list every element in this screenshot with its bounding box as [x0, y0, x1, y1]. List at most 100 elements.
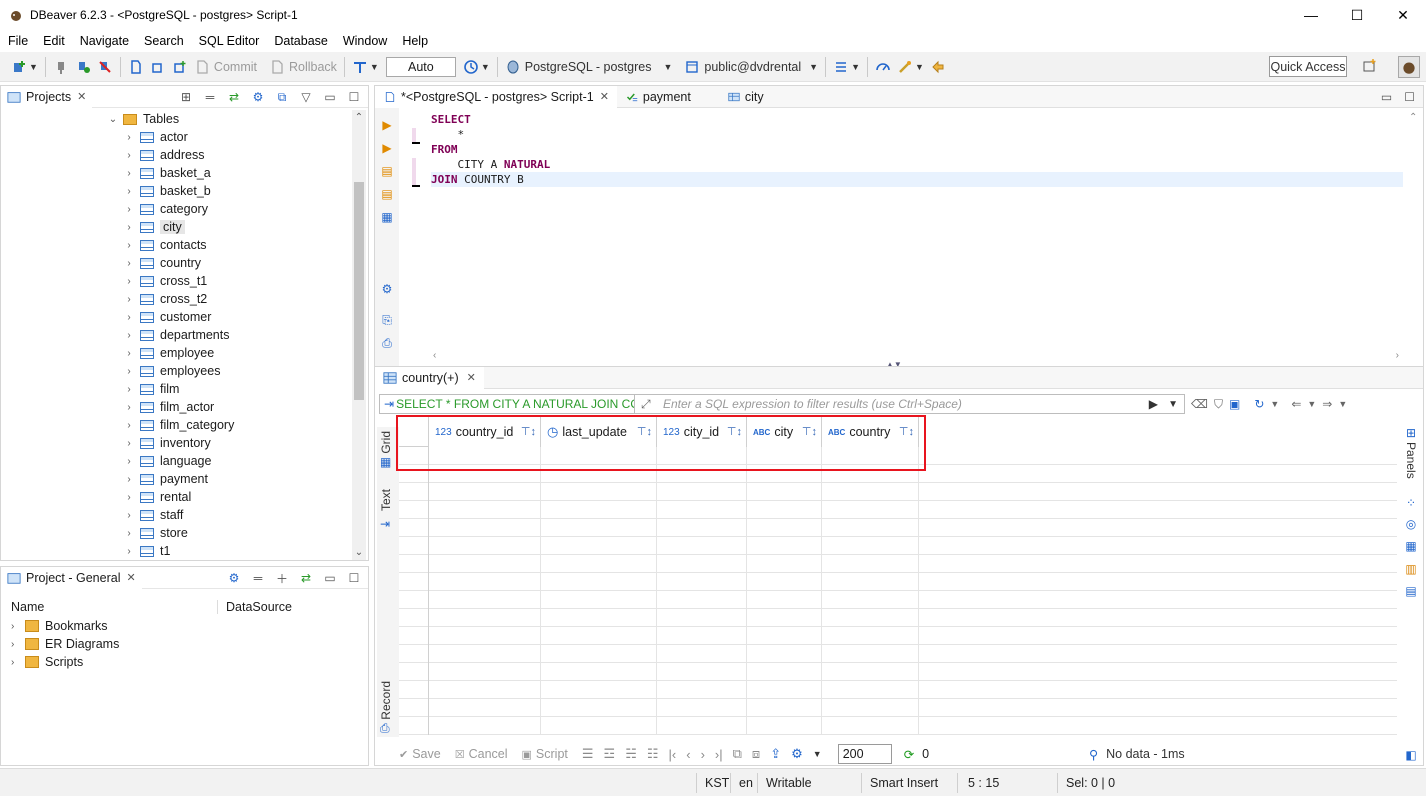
tree-table-employees[interactable]: › employees [1, 362, 351, 380]
chevron-right-icon[interactable]: › [123, 474, 135, 485]
minimize-icon[interactable]: ▭ [322, 89, 338, 105]
tree-table-basket_b[interactable]: › basket_b [1, 182, 351, 200]
grid-corner[interactable] [399, 417, 429, 447]
tree-table-departments[interactable]: › departments [1, 326, 351, 344]
gear-icon[interactable]: ⚙ [380, 282, 394, 296]
filter-icon[interactable]: ⛉ [1214, 397, 1223, 412]
add-icon[interactable]: ＋ [274, 570, 290, 586]
commit-button[interactable]: Commit [191, 55, 260, 79]
chevron-right-icon[interactable]: › [123, 492, 135, 503]
add-folder-icon[interactable]: ⊞ [178, 89, 194, 105]
close-icon[interactable]: ✕ [126, 571, 135, 584]
connect-button[interactable] [50, 55, 72, 79]
editor-vertical-scrollbar[interactable]: ⌃ [1409, 112, 1421, 348]
chevron-right-icon[interactable]: › [123, 276, 135, 287]
maximize-icon[interactable]: ☐ [1404, 90, 1415, 104]
chevron-right-icon[interactable]: › [11, 657, 21, 668]
chevron-right-icon[interactable]: › [123, 384, 135, 395]
properties-icon[interactable]: ⁘ [1403, 496, 1419, 512]
column-datasource[interactable]: DataSource [218, 600, 292, 614]
code-line[interactable]: SELECT [431, 112, 1403, 127]
chevron-right-icon[interactable]: › [123, 402, 135, 413]
menu-database[interactable]: Database [266, 34, 335, 48]
refresh-results-icon[interactable]: ⟳ [904, 747, 914, 762]
dashboard-button[interactable] [872, 55, 894, 79]
chevron-left-icon[interactable]: ‹ [686, 747, 690, 762]
transaction-isolation-button[interactable]: ▼ [349, 55, 382, 79]
collapse-icon[interactable]: ═ [250, 570, 266, 586]
chevron-right-icon[interactable]: › [123, 438, 135, 449]
record-icon[interactable]: ⎙ [380, 721, 390, 736]
tree-table-employee[interactable]: › employee [1, 344, 351, 362]
chevron-right-icon[interactable]: › [123, 204, 135, 215]
execute-script-icon[interactable]: ▤ [380, 164, 394, 178]
schema-selector[interactable]: public@dvdrental ▼ [681, 55, 821, 79]
transaction-mode-button[interactable] [125, 55, 147, 79]
copy-row-icon[interactable]: ☵ [625, 746, 637, 762]
tree-table-film_category[interactable]: › film_category [1, 416, 351, 434]
chevron-down-icon[interactable]: ▼ [1270, 399, 1279, 409]
maximize-results-icon[interactable]: ◧ [1403, 748, 1419, 764]
chevron-right-icon[interactable]: › [123, 168, 135, 179]
code-line[interactable]: FROM [431, 142, 1403, 157]
arrow-left-icon[interactable]: ⇐ [1291, 397, 1301, 411]
fetch-size-input[interactable]: 200 [837, 744, 892, 764]
tree-table-city[interactable]: › city [1, 218, 351, 236]
view-tab-record[interactable]: Record [379, 681, 393, 720]
datasource-selector[interactable]: PostgreSQL - postgres ▼ [502, 55, 676, 79]
code-line[interactable]: JOIN COUNTRY B [431, 172, 1403, 187]
view-menu-icon[interactable]: ▽ [298, 89, 314, 105]
tree-table-film_actor[interactable]: › film_actor [1, 398, 351, 416]
rollback-button[interactable]: Rollback [266, 55, 340, 79]
project-item-er-diagrams[interactable]: › ER Diagrams [1, 635, 119, 653]
tree-table-store[interactable]: › store [1, 524, 351, 542]
delete-row-icon[interactable]: ☷ [647, 746, 659, 762]
menu-search[interactable]: Search [136, 34, 191, 48]
column-header-country-id[interactable]: 123 country_id ⊤↕ [429, 417, 541, 447]
close-icon[interactable]: ✕ [77, 90, 86, 103]
arrow-right-icon[interactable]: ⇒ [1322, 397, 1332, 411]
eraser-icon[interactable]: ⌫ [1191, 397, 1208, 411]
tools-button[interactable]: ▼ [894, 55, 927, 79]
tree-table-inventory[interactable]: › inventory [1, 434, 351, 452]
refresh-button[interactable] [147, 55, 169, 79]
tree-table-payment[interactable]: › payment [1, 470, 351, 488]
tab-results-country[interactable]: country(+) ✕ [375, 366, 484, 389]
minimize-button[interactable]: — [1288, 0, 1334, 30]
view-tab-panels[interactable]: Panels [1404, 442, 1418, 479]
chevron-right-icon[interactable]: › [123, 456, 135, 467]
disconnect-button[interactable] [94, 55, 116, 79]
sort-filter-icon[interactable]: ⊤↕ [727, 425, 742, 438]
tab-script-1[interactable]: *<PostgreSQL - postgres> Script-1 ✕ [375, 85, 617, 108]
sort-filter-icon[interactable]: ⊤↕ [899, 425, 914, 438]
code-line[interactable]: * [431, 127, 1403, 142]
sort-filter-icon[interactable]: ⊤↕ [521, 425, 536, 438]
text-icon[interactable]: ⇥ [380, 517, 390, 531]
tree-table-address[interactable]: › address [1, 146, 351, 164]
chevron-up-icon[interactable]: ⌃ [1409, 112, 1417, 123]
menu-navigate[interactable]: Navigate [72, 34, 136, 48]
chevron-down-icon[interactable]: ⌄ [352, 547, 366, 558]
collapse-all-icon[interactable]: ═ [202, 89, 218, 105]
minimize-icon[interactable]: ▭ [1381, 90, 1392, 104]
link-icon[interactable]: ⇄ [298, 570, 314, 586]
chevron-up-icon[interactable]: ⌃ [352, 112, 366, 123]
expand-icon[interactable]: ⤢ [641, 397, 651, 412]
chevron-down-icon[interactable]: ▼ [1307, 399, 1316, 409]
tree-table-cross_t1[interactable]: › cross_t1 [1, 272, 351, 290]
active-query-label[interactable]: ⇥ SELECT * FROM CITY A NATURAL JOIN COUN… [379, 394, 635, 414]
code-line[interactable]: CITY A NATURAL [431, 157, 1403, 172]
sort-filter-icon[interactable]: ⊤↕ [802, 425, 817, 438]
chevron-down-icon[interactable]: ⌄ [107, 114, 119, 125]
menu-window[interactable]: Window [335, 34, 394, 48]
chevron-right-icon[interactable]: › [123, 222, 135, 233]
first-page-icon[interactable]: |‹ [669, 747, 677, 762]
sort-filter-icon[interactable]: ⊤↕ [637, 425, 652, 438]
menu-file[interactable]: File [0, 34, 35, 48]
chevron-right-icon[interactable]: › [123, 294, 135, 305]
tree-table-staff[interactable]: › staff [1, 506, 351, 524]
chevron-down-icon[interactable]: ▼ [813, 749, 822, 759]
invalidate-button[interactable] [169, 55, 191, 79]
export-icon[interactable]: ⇪ [770, 746, 781, 762]
project-item-bookmarks[interactable]: › Bookmarks [1, 617, 119, 635]
